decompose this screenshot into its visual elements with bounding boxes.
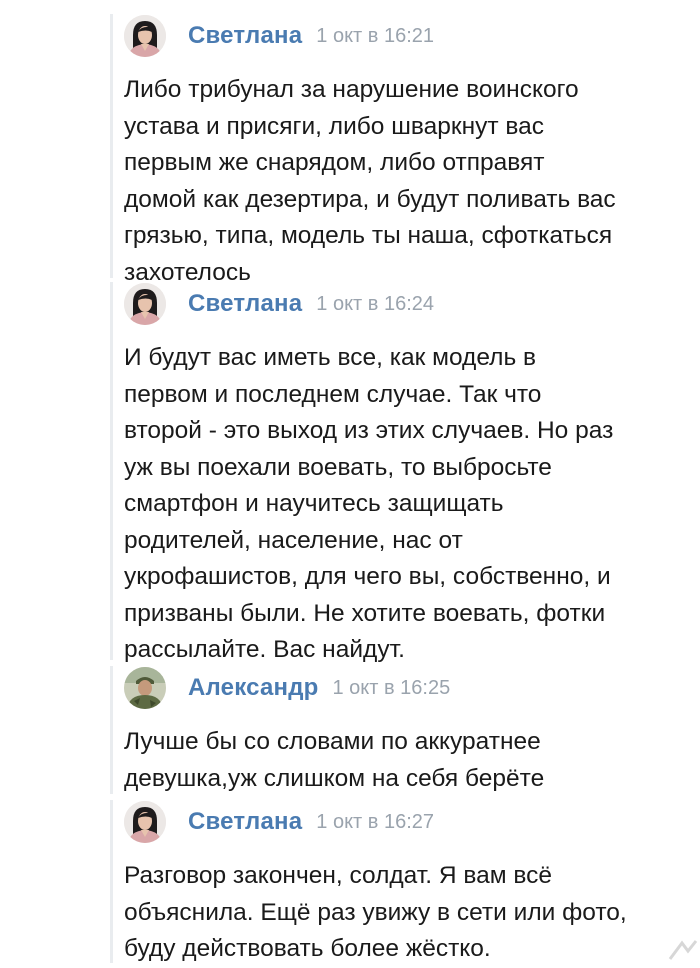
avatar[interactable] <box>124 667 166 709</box>
comment-timestamp[interactable]: 1 окт в 16:27 <box>316 811 434 834</box>
thread-rail <box>110 666 113 794</box>
comment-text: И будут вас иметь все, как модель в перв… <box>124 340 689 669</box>
comment-text: Либо трибунал за нарушение воинского уст… <box>124 72 689 291</box>
avatar[interactable] <box>124 15 166 57</box>
comment-text-line: родителей, население, нас от <box>124 526 463 554</box>
comment-text-line: домой как дезертира, и будут поливать ва… <box>124 185 616 213</box>
soldier-avatar-icon <box>124 667 166 709</box>
comment-text-line: уж вы поехали воевать, то выбросьте <box>124 453 552 481</box>
comment-header: Светлана 1 окт в 16:21 <box>124 14 434 58</box>
comment-text-line: Либо трибунал за нарушение воинского <box>124 76 579 103</box>
comment-text-line: первым же снарядом, либо отправят <box>124 149 545 176</box>
comment-text-line: объяснила. Ещё раз увижу в сети или фото… <box>124 898 627 926</box>
comment-text-line: второй - это выход из этих случаев. Но р… <box>124 417 614 444</box>
comment-thread: Светлана 1 окт в 16:21 Либо трибунал за … <box>0 0 700 963</box>
comment-text-line: Лучше бы со словами по аккуратнее <box>124 728 541 755</box>
comment-timestamp[interactable]: 1 окт в 16:24 <box>316 293 434 316</box>
comment-header: Александр 1 окт в 16:25 <box>124 666 450 710</box>
comment-text: Лучше бы со словами по аккуратнее девушк… <box>124 724 689 797</box>
avatar[interactable] <box>124 283 166 325</box>
woman-avatar-icon <box>124 283 166 325</box>
comment-text: Разговор закончен, солдат. Я вам всё объ… <box>124 858 689 968</box>
comment-header: Светлана 1 окт в 16:24 <box>124 282 434 326</box>
comment-text-line: рассылайте. Вас найдут. <box>124 636 405 663</box>
comment-text-line: первом и последнем случае. Так что <box>124 380 542 408</box>
comment-text-line: укрофашистов, для чего вы, собственно, и <box>124 563 611 590</box>
comment-text-line: И будут вас иметь все, как модель в <box>124 344 537 371</box>
thread-rail <box>110 800 113 963</box>
avatar[interactable] <box>124 801 166 843</box>
comment-timestamp[interactable]: 1 окт в 16:21 <box>316 25 434 48</box>
author-name[interactable]: Светлана <box>188 22 302 50</box>
comment: Александр 1 окт в 16:25 Лучше бы со слов… <box>110 666 695 794</box>
comment-text-line: Разговор закончен, солдат. Я вам всё <box>124 862 553 889</box>
comment-text-line: устава и присяги, либо шваркнут вас <box>124 112 545 140</box>
woman-avatar-icon <box>124 15 166 57</box>
comment: Светлана 1 окт в 16:24 И будут вас иметь… <box>110 282 695 663</box>
author-name[interactable]: Светлана <box>188 808 302 836</box>
comment-text-line: смартфон и научитесь защищать <box>124 490 504 517</box>
comment: Светлана 1 окт в 16:21 Либо трибунал за … <box>110 14 695 286</box>
author-name[interactable]: Александр <box>188 674 318 702</box>
comment-text-line: буду действовать более жёстко. <box>124 935 491 962</box>
watermark-icon <box>668 940 698 960</box>
comment: Светлана 1 окт в 16:27 Разговор закончен… <box>110 800 695 963</box>
woman-avatar-icon <box>124 801 166 843</box>
thread-rail <box>110 14 113 278</box>
thread-rail <box>110 282 113 660</box>
author-name[interactable]: Светлана <box>188 290 302 318</box>
comment-text-line: девушка,уж слишком на себя берёте <box>124 764 545 792</box>
comment-text-line: призваны были. Не хотите воевать, фотки <box>124 599 606 627</box>
comment-header: Светлана 1 окт в 16:27 <box>124 800 434 844</box>
comment-timestamp[interactable]: 1 окт в 16:25 <box>332 677 450 700</box>
comment-text-line: грязью, типа, модель ты наша, сфоткаться <box>124 222 613 249</box>
